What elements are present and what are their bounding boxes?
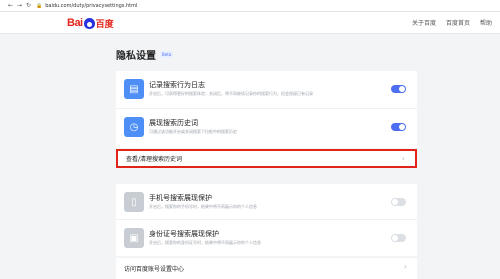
history-toggle[interactable]: [391, 123, 406, 131]
setting-desc: 开启后，搜索你的身份证号时，结果中将不再展示你的个人信息: [149, 240, 261, 245]
lock-icon: 🔒: [36, 2, 43, 9]
view-history-link[interactable]: 查看/清理搜索历史词 ›: [116, 149, 417, 168]
setting-title: 手机号搜索展现保护: [149, 194, 212, 202]
logo-text: Bai: [67, 17, 83, 29]
log-icon: ▤: [124, 79, 144, 99]
phone-icon: ▯: [124, 192, 144, 212]
nav-home[interactable]: 百度首页: [446, 18, 470, 27]
clock-icon: ◷: [124, 117, 144, 137]
setting-desc: 可通过该功能开启或关闭搜索下拉框中的搜索历史: [149, 129, 237, 134]
forward-icon[interactable]: →: [15, 2, 24, 9]
chevron-right-icon: ›: [401, 154, 405, 163]
baidu-logo[interactable]: Bai 百度: [67, 16, 114, 30]
browser-bar: ← → ↻ 🔒 baidu.com/duty/privacysettings.h…: [0, 0, 500, 12]
setting-row-id-protect: ▣ 身份证号搜索展现保护 开启后，搜索你的身份证号时，结果中将不再展示你的个人信…: [116, 220, 417, 256]
setting-title: 记录搜索行为日志: [149, 81, 205, 89]
id-protect-toggle[interactable]: [391, 234, 406, 242]
page-heading: 隐私设置 Beta: [116, 47, 174, 62]
paw-icon: [83, 17, 95, 29]
setting-row-history: ◷ 展现搜索历史词 可通过该功能开启或关闭搜索下拉框中的搜索历史: [116, 109, 417, 147]
setting-row-search-log: ▤ 记录搜索行为日志 开启后，可获得更好的搜索体验；关闭后，将不再继续记录你的搜…: [116, 71, 417, 109]
page-title: 隐私设置: [116, 51, 156, 62]
logo-text-cn: 百度: [95, 19, 114, 30]
setting-title: 展现搜索历史词: [149, 119, 198, 127]
back-icon[interactable]: ←: [6, 2, 15, 9]
chevron-right-icon: ›: [403, 262, 407, 271]
setting-desc: 开启后，可获得更好的搜索体验；关闭后，将不再继续记录你的搜索行为，但会保留已有记…: [149, 91, 313, 96]
phone-protect-toggle[interactable]: [391, 198, 406, 206]
view-history-label: 查看/清理搜索历史词: [126, 156, 183, 163]
top-nav: 关于百度 百度首页 帮助: [412, 18, 492, 27]
account-settings-link[interactable]: 访问百度账号设置中心 ›: [116, 258, 417, 279]
address-bar[interactable]: baidu.com/duty/privacysettings.html: [45, 3, 137, 9]
site-header: Bai 百度 关于百度 百度首页 帮助: [0, 12, 500, 34]
setting-desc: 开启后，搜索你的手机号时，结果中将不再展示你的个人信息: [149, 204, 257, 209]
id-card-icon: ▣: [124, 228, 144, 248]
account-settings-label: 访问百度账号设置中心: [124, 266, 185, 273]
setting-title: 身份证号搜索展现保护: [149, 230, 219, 238]
setting-row-phone-protect: ▯ 手机号搜索展现保护 开启后，搜索你的手机号时，结果中将不再展示你的个人信息: [116, 184, 417, 220]
search-log-toggle[interactable]: [391, 85, 406, 93]
nav-help[interactable]: 帮助: [480, 18, 492, 27]
reload-icon[interactable]: ↻: [24, 2, 33, 9]
search-settings-card: ▤ 记录搜索行为日志 开启后，可获得更好的搜索体验；关闭后，将不再继续记录你的搜…: [116, 71, 417, 148]
beta-badge: Beta: [160, 51, 174, 58]
protection-card: ▯ 手机号搜索展现保护 开启后，搜索你的手机号时，结果中将不再展示你的个人信息 …: [116, 184, 417, 256]
nav-about[interactable]: 关于百度: [412, 18, 436, 27]
